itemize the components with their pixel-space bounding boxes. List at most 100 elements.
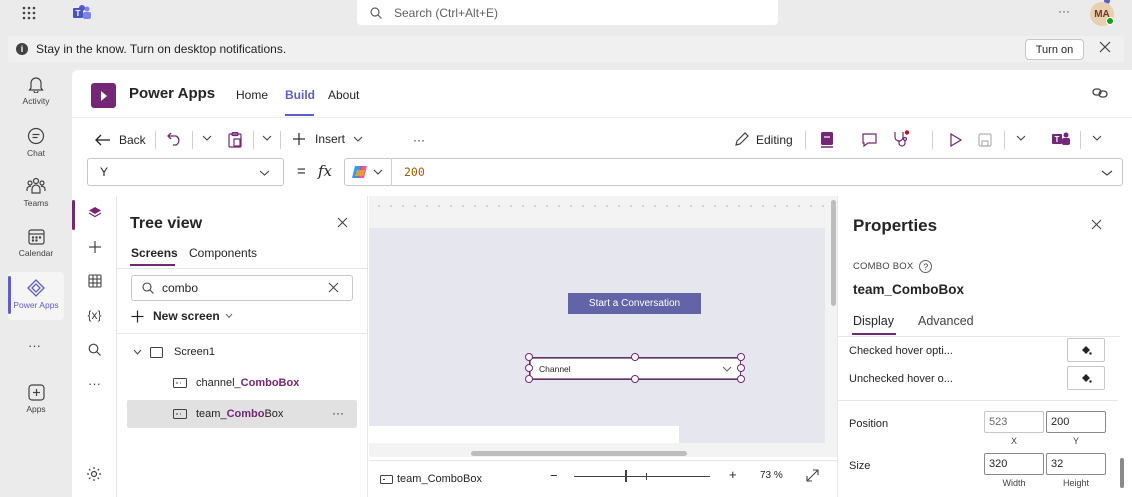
tab-display[interactable]: Display (853, 314, 894, 328)
rail-item-power-apps[interactable]: Power Apps (6, 278, 66, 310)
more-options-icon[interactable]: ··· (1058, 4, 1070, 18)
rail-item-teams[interactable]: Teams (6, 176, 66, 208)
close-notification-icon[interactable] (1099, 41, 1111, 53)
formula-value: 200 (404, 165, 425, 179)
tree-item-more-icon[interactable]: ··· (332, 406, 344, 420)
formula-input[interactable]: 200 (344, 158, 1123, 186)
close-properties-icon[interactable] (1091, 219, 1102, 230)
new-screen-button[interactable]: New screen (131, 309, 233, 323)
canvas-vertical-scrollbar[interactable] (831, 200, 836, 306)
close-tree-view-icon[interactable] (337, 217, 348, 228)
publish-to-teams-icon[interactable]: T (1052, 131, 1070, 146)
canvas-horizontal-scrollbar[interactable] (471, 451, 687, 456)
zoom-in-button[interactable]: + (729, 467, 737, 482)
nav-home[interactable]: Home (236, 88, 268, 102)
app-launcher-icon[interactable] (22, 6, 36, 20)
size-height-input[interactable]: 32 (1046, 453, 1106, 475)
nav-about[interactable]: About (328, 88, 359, 102)
clear-search-icon[interactable] (328, 282, 339, 293)
toolbar-more-icon[interactable]: ··· (413, 133, 425, 147)
play-icon[interactable] (950, 133, 962, 147)
resize-handle[interactable] (631, 375, 639, 383)
property-value: Y (100, 165, 109, 179)
insert-button[interactable]: Insert (292, 132, 363, 146)
rail-item-apps[interactable]: Apps (6, 382, 66, 414)
tab-screens[interactable]: Screens (131, 246, 178, 260)
checked-hover-color-button[interactable] (1067, 338, 1105, 362)
equals-sign: = (297, 163, 306, 180)
power-apps-header (72, 70, 1132, 118)
rail-item-chat[interactable]: Chat (6, 126, 66, 158)
data-table-icon[interactable] (72, 264, 117, 298)
position-y-input[interactable]: 200 (1046, 411, 1106, 433)
zoom-slider-tick (646, 473, 647, 480)
editing-button[interactable]: Editing (734, 132, 793, 147)
prop-checked-hover-label: Checked hover opti... (849, 345, 953, 357)
stethoscope-icon[interactable] (893, 130, 911, 147)
presence-status-icon (1106, 17, 1114, 25)
position-x-caption: X (1010, 436, 1017, 446)
tab-components[interactable]: Components (189, 246, 257, 260)
undo-icon[interactable] (167, 132, 183, 146)
copilot-button[interactable] (351, 164, 383, 180)
search-input[interactable]: Search (Ctrl+Alt+E) (357, 0, 778, 25)
rail-item-activity[interactable]: Activity (6, 74, 66, 106)
fit-to-window-icon[interactable] (806, 469, 819, 482)
variables-icon[interactable]: {x} (72, 298, 117, 332)
toolbar-separator (932, 131, 933, 149)
save-chevron-down-icon[interactable] (1016, 134, 1026, 142)
resize-handle[interactable] (737, 375, 745, 383)
resize-handle[interactable] (525, 353, 533, 361)
resize-handle[interactable] (525, 364, 533, 372)
publish-chevron-down-icon[interactable] (1092, 134, 1102, 142)
expand-formula-chevron-icon[interactable] (1101, 169, 1113, 177)
paste-chevron-down-icon[interactable] (262, 134, 272, 142)
fx-icon[interactable]: fx (318, 162, 332, 180)
save-icon[interactable] (978, 133, 992, 147)
zoom-slider-track[interactable] (574, 476, 710, 477)
undo-chevron-down-icon[interactable] (202, 134, 212, 142)
zoom-slider-thumb[interactable] (625, 470, 627, 482)
start-conversation-button[interactable]: Start a Conversation (568, 293, 701, 314)
rail-more-icon[interactable]: ··· (28, 338, 41, 353)
comment-icon[interactable] (862, 133, 877, 147)
paste-icon[interactable] (228, 132, 242, 148)
search-tool-icon[interactable] (72, 332, 117, 366)
turn-on-button[interactable]: Turn on (1025, 39, 1084, 60)
chevron-down-icon (133, 349, 142, 355)
back-button[interactable]: Back (95, 133, 146, 147)
bell-icon (26, 74, 46, 94)
app-checker-icon[interactable] (820, 131, 834, 148)
link-icon[interactable] (1092, 87, 1108, 99)
tree-view-layers-icon[interactable] (72, 196, 117, 230)
tree-search-value: combo (162, 281, 199, 295)
more-tools-icon[interactable]: ··· (72, 366, 117, 400)
insert-plus-icon[interactable] (72, 230, 117, 264)
resize-handle[interactable] (525, 375, 533, 383)
unchecked-hover-color-button[interactable] (1067, 366, 1105, 390)
properties-divider (838, 336, 1120, 337)
toolbar-separator (280, 131, 281, 149)
size-width-caption: Width (1002, 478, 1026, 488)
rail-item-calendar[interactable]: Calendar (6, 226, 66, 258)
size-width-input[interactable]: 320 (984, 453, 1044, 475)
tree-item-team-combobox[interactable]: team_ComboBox (173, 408, 283, 420)
back-label: Back (119, 133, 146, 147)
resize-handle[interactable] (631, 353, 639, 361)
resize-handle[interactable] (737, 353, 745, 361)
tree-item-screen1[interactable]: Screen1 (133, 346, 215, 358)
position-x-input[interactable]: 523 (984, 411, 1044, 433)
nav-build[interactable]: Build (285, 88, 315, 102)
canvas-screen[interactable] (369, 228, 825, 443)
settings-gear-icon[interactable] (86, 466, 102, 482)
tree-search-input[interactable]: combo (131, 275, 353, 301)
tree-view-title: Tree view (130, 215, 203, 232)
tab-advanced[interactable]: Advanced (918, 314, 974, 328)
property-selector[interactable]: Y (87, 158, 284, 186)
resize-handle[interactable] (737, 364, 745, 372)
zoom-out-button[interactable]: − (550, 468, 558, 483)
tree-item-channel-combobox[interactable]: channel_ComboBox (173, 377, 299, 389)
properties-scrollbar[interactable] (1120, 458, 1124, 488)
help-icon[interactable]: ? (919, 260, 933, 273)
combobox-icon (173, 409, 187, 419)
